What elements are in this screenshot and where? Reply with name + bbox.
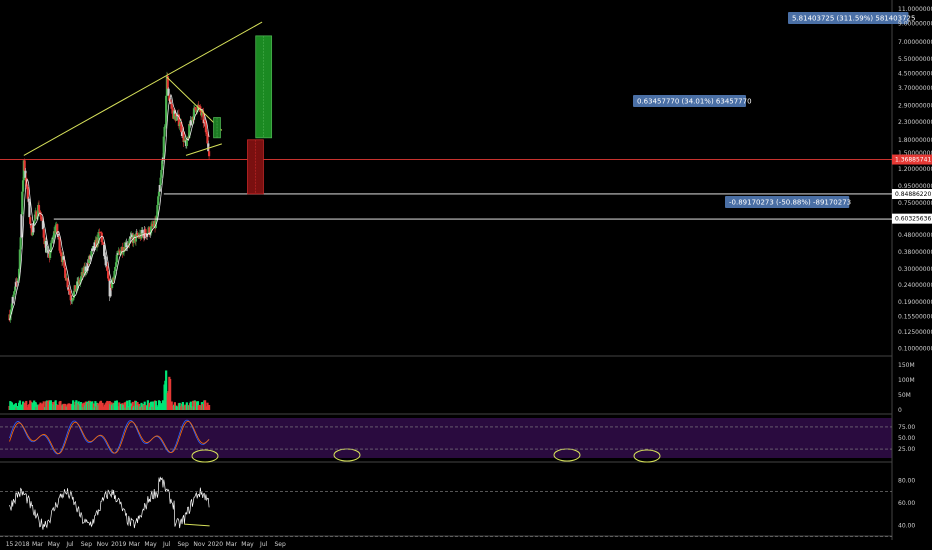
osc-tick-label: 80.00	[898, 478, 915, 485]
candle-body	[20, 214, 23, 238]
price-tick-label: 0.19000000	[898, 299, 932, 306]
stochastic-band	[0, 418, 892, 458]
x-axis: 15 2018 Mar May Jul Sep Nov 2019 Mar May Jul Sep Nov…	[6, 541, 286, 548]
volume-tick-label: 150M	[898, 362, 915, 369]
candle-body	[29, 217, 32, 224]
time-tick-label: Sep	[177, 541, 189, 548]
price-tick-label: 0.24000000	[898, 282, 932, 289]
price-chart: 0.63457770 (34.01%) 63457770 -0.89170273 …	[0, 0, 932, 550]
candle-body	[156, 205, 159, 216]
stoch-tick-label: 25.00	[898, 446, 915, 453]
price-tag-label: 1.36885741	[895, 157, 931, 164]
volume-bar	[207, 405, 211, 410]
time-tick-label: 2019	[111, 541, 126, 548]
price-tick-label: 5.50000000	[898, 56, 932, 63]
candle-body	[207, 151, 211, 157]
price-tick-label: 0.10000000	[898, 345, 932, 352]
price-tick-label: 2.30000000	[898, 119, 932, 126]
time-tick-label: Mar	[129, 541, 141, 548]
price-tick-label: 4.50000000	[898, 71, 932, 78]
volume-tick-label: 100M	[898, 377, 915, 384]
candle-body	[115, 254, 118, 263]
price-tick-label: 0.75000000	[898, 200, 932, 207]
time-tick-label: Mar	[226, 541, 238, 548]
measure-label-1: 0.63457770 (34.01%) 63457770	[637, 98, 752, 106]
price-tick-label: 11.00000000	[898, 6, 932, 13]
candle-body	[157, 191, 161, 197]
candle-body	[103, 244, 106, 256]
stoch-tick-label: 75.00	[898, 424, 915, 431]
time-tick-label: 2020	[208, 541, 223, 548]
candle-body	[165, 95, 168, 126]
time-tick-label: 15	[6, 541, 14, 548]
time-tick-label: Jul	[162, 541, 171, 548]
time-tick-label: May	[241, 541, 254, 548]
price-tick-label: 2.90000000	[898, 102, 932, 109]
time-tick-label: Nov	[193, 541, 205, 548]
candle-body	[28, 201, 31, 218]
time-tick-label: Mar	[32, 541, 44, 548]
volume-tick-label: 50M	[898, 392, 911, 399]
candle-body	[194, 107, 197, 110]
time-tick-label: May	[48, 541, 61, 548]
time-tick-label: Jul	[259, 541, 268, 548]
volume-tick-label: 0	[898, 407, 902, 414]
measure-label-2: -0.89170273 (-50.88%) -89170273	[729, 199, 851, 207]
measure-label-3: 5.81403725 (311.59%) 581403725	[792, 15, 915, 23]
candle-body	[64, 267, 67, 278]
time-tick-label: Sep	[81, 541, 93, 548]
osc-tick-label: 60.00	[898, 500, 915, 507]
candle-body	[19, 237, 22, 250]
price-tag-label: 0.84886220	[895, 191, 931, 198]
price-tick-label: 0.15500000	[898, 314, 932, 321]
price-tick-label: 9.00000000	[898, 21, 932, 28]
price-tick-label: 1.20000000	[898, 166, 932, 173]
candle-body	[11, 296, 14, 304]
time-tick-label: Sep	[274, 541, 286, 548]
stoch-tick-label: 50.00	[898, 435, 915, 442]
time-tick-label: 2018	[14, 541, 29, 548]
price-tick-label: 1.80000000	[898, 137, 932, 144]
price-tick-label: 7.00000000	[898, 39, 932, 46]
price-tick-label: 0.38000000	[898, 249, 932, 256]
price-tick-label: 0.48000000	[898, 232, 932, 239]
price-tick-label: 0.95000000	[898, 183, 932, 190]
price-tag-label: 0.60325636	[895, 216, 931, 223]
time-tick-label: Jul	[65, 541, 74, 548]
osc-tick-label: 40.00	[898, 522, 915, 529]
time-tick-label: May	[144, 541, 157, 548]
price-tick-label: 0.30000000	[898, 266, 932, 273]
stochastic-panel-background	[0, 418, 892, 458]
candle-body	[162, 136, 165, 158]
price-tick-label: 3.70000000	[898, 85, 932, 92]
time-tick-label: Nov	[97, 541, 109, 548]
price-tick-label: 0.12500000	[898, 329, 932, 336]
